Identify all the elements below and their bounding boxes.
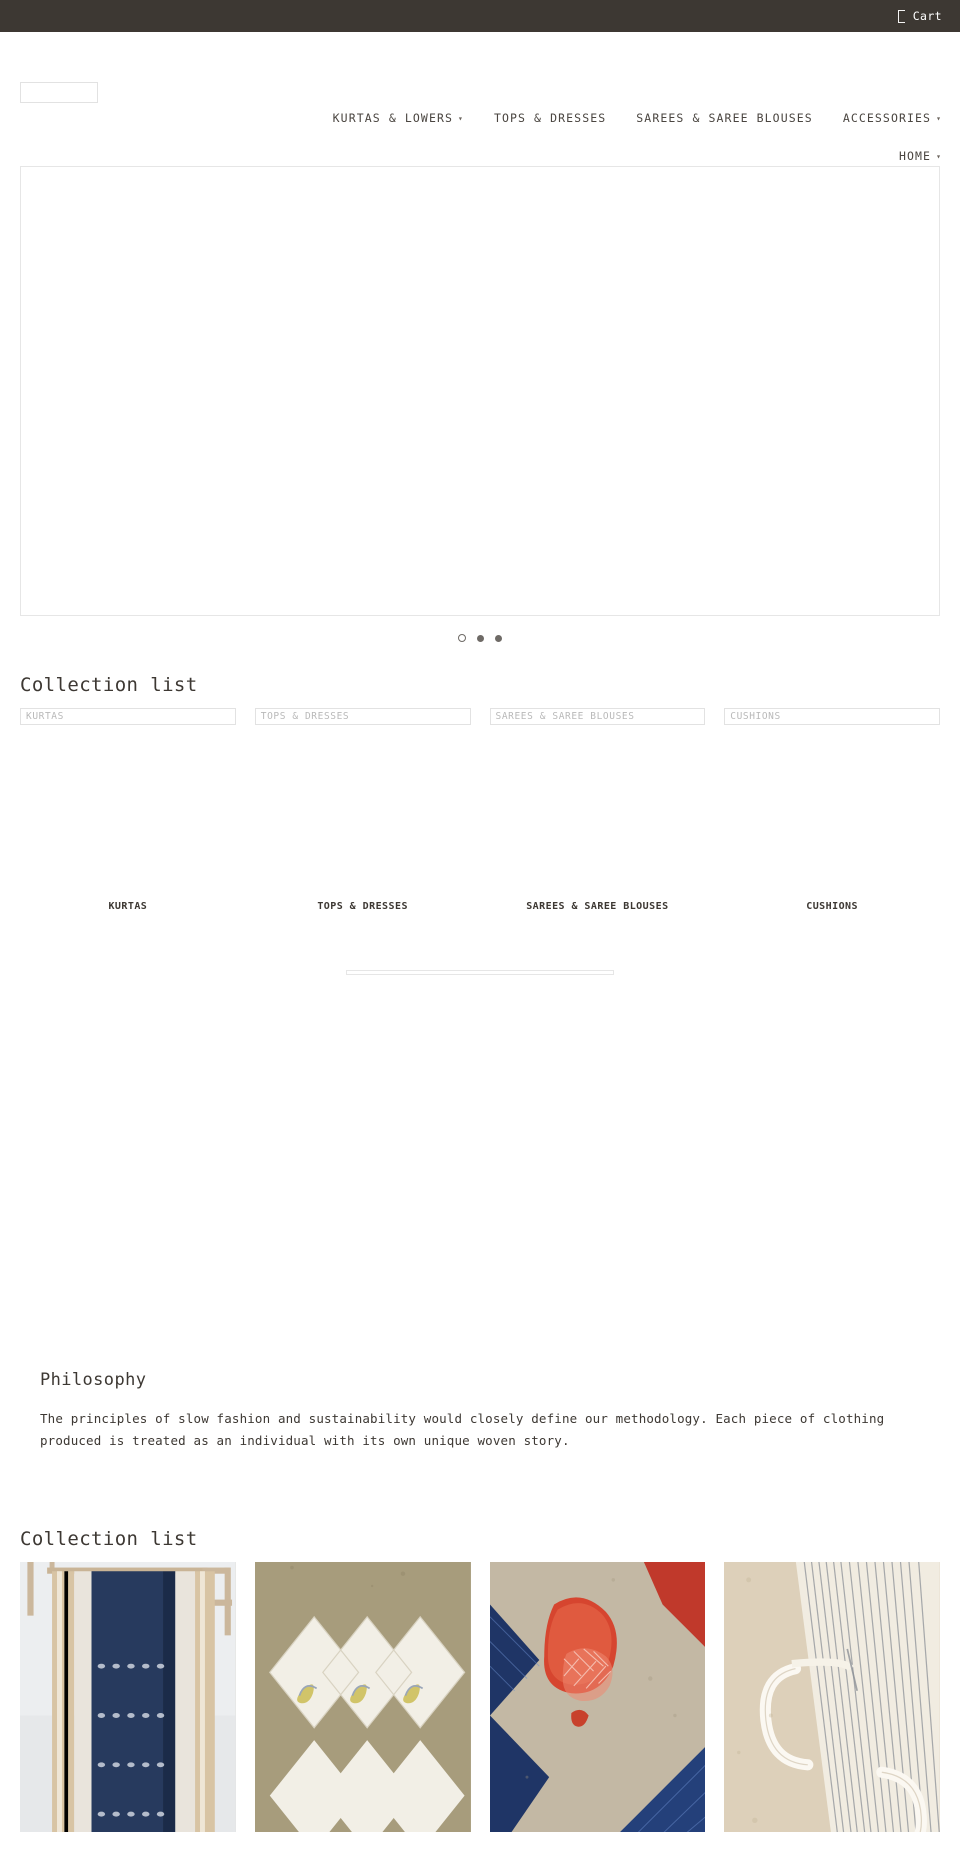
broken-image-icon: SAREES & SAREE BLOUSES <box>489 708 706 725</box>
collection-card-caption: SAREES & SAREE BLOUSES <box>526 901 669 912</box>
collection-card-caption: TOPS & DRESSES <box>317 901 408 912</box>
collection-card-cushions[interactable]: CUSHIONS CUSHIONS <box>724 708 940 912</box>
collection-card-navy-saree[interactable] <box>20 1562 236 1832</box>
navy-saree-on-rack-photo <box>20 1562 236 1832</box>
cart-link[interactable]: Cart <box>897 9 942 23</box>
collection-image-alt-text: CUSHIONS <box>730 711 781 722</box>
collection-card-tops-and-dresses[interactable]: TOPS & DRESSES TOPS & DRESSES <box>254 708 471 912</box>
hero-dot-3[interactable] <box>495 634 502 642</box>
collection-card-kurtas[interactable]: KURTAS KURTAS <box>20 708 236 912</box>
philosophy-body: The principles of slow fashion and susta… <box>40 1411 885 1448</box>
hero-dot-2[interactable] <box>477 634 484 642</box>
collection-image-alt-text: KURTAS <box>26 711 64 722</box>
chevron-down-icon: ▾ <box>936 114 942 123</box>
utility-bar: Cart <box>0 0 960 32</box>
nav-item-label: KURTAS & LOWERS <box>332 111 454 125</box>
nav-item-label: ACCESSORIES <box>842 111 932 125</box>
philosophy-title: Philosophy <box>40 1370 147 1390</box>
striped-textile-with-loops-photo <box>724 1562 940 1832</box>
collection-list-top-section: Collection list KURTAS KURTAS TOPS & DRE… <box>0 674 960 975</box>
collection-list-bottom-title: Collection list <box>20 1528 198 1550</box>
collection-list-top-title: Collection list <box>20 674 198 696</box>
philosophy-section: Philosophy The principles of slow fashio… <box>0 1370 960 1452</box>
site-logo[interactable] <box>20 82 98 103</box>
broken-image-icon: CUSHIONS <box>724 708 940 725</box>
cart-label: Cart <box>912 9 942 23</box>
red-and-blue-napkins-photo <box>489 1562 706 1832</box>
broken-image-icon: KURTAS <box>20 708 236 725</box>
chevron-down-icon: ▾ <box>936 152 942 161</box>
collection-card-caption: KURTAS <box>108 901 148 912</box>
collection-card-cream-napkins[interactable] <box>254 1562 471 1832</box>
collection-card-sarees-and-saree-blouses[interactable]: SAREES & SAREE BLOUSES SAREES & SAREE BL… <box>489 708 706 912</box>
collection-image-alt-text: SAREES & SAREE BLOUSES <box>495 711 635 722</box>
nav-item-accessories[interactable]: ACCESSORIES ▾ <box>843 104 942 132</box>
nav-item-sarees-and-saree-blouses[interactable]: SAREES & SAREE BLOUSES <box>636 104 813 132</box>
hero-slideshow[interactable] <box>20 166 940 616</box>
collection-list-top-grid: KURTAS KURTAS TOPS & DRESSES TOPS & DRES… <box>0 708 960 912</box>
chevron-down-icon: ▾ <box>458 114 464 123</box>
collection-card-red-blue-napkins[interactable] <box>489 1562 706 1832</box>
nav-item-kurtas-and-lowers[interactable]: KURTAS & LOWERS ▾ <box>333 104 464 132</box>
collection-image-alt-text: TOPS & DRESSES <box>260 711 350 722</box>
broken-image-icon: TOPS & DRESSES <box>254 708 471 725</box>
hero-dot-1[interactable] <box>458 634 466 642</box>
site-header: KURTAS & LOWERS ▾ TOPS & DRESSES SAREES … <box>0 32 960 163</box>
collection-card-striped-textile[interactable] <box>724 1562 940 1832</box>
nav-item-label: TOPS & DRESSES <box>493 111 607 125</box>
collection-list-bottom-section: Collection list <box>0 1528 960 1832</box>
main-navigation: KURTAS & LOWERS ▾ TOPS & DRESSES SAREES … <box>242 104 942 170</box>
section-divider <box>346 970 614 975</box>
shopping-bag-icon <box>897 9 905 23</box>
hero-slideshow-dots <box>0 628 960 648</box>
nav-item-label: HOME <box>898 149 932 163</box>
nav-item-tops-and-dresses[interactable]: TOPS & DRESSES <box>494 104 606 132</box>
nav-item-label: SAREES & SAREE BLOUSES <box>636 111 813 125</box>
cream-napkins-paisley-photo <box>254 1562 471 1832</box>
collection-list-bottom-grid <box>0 1562 960 1832</box>
collection-card-caption: CUSHIONS <box>806 901 858 912</box>
